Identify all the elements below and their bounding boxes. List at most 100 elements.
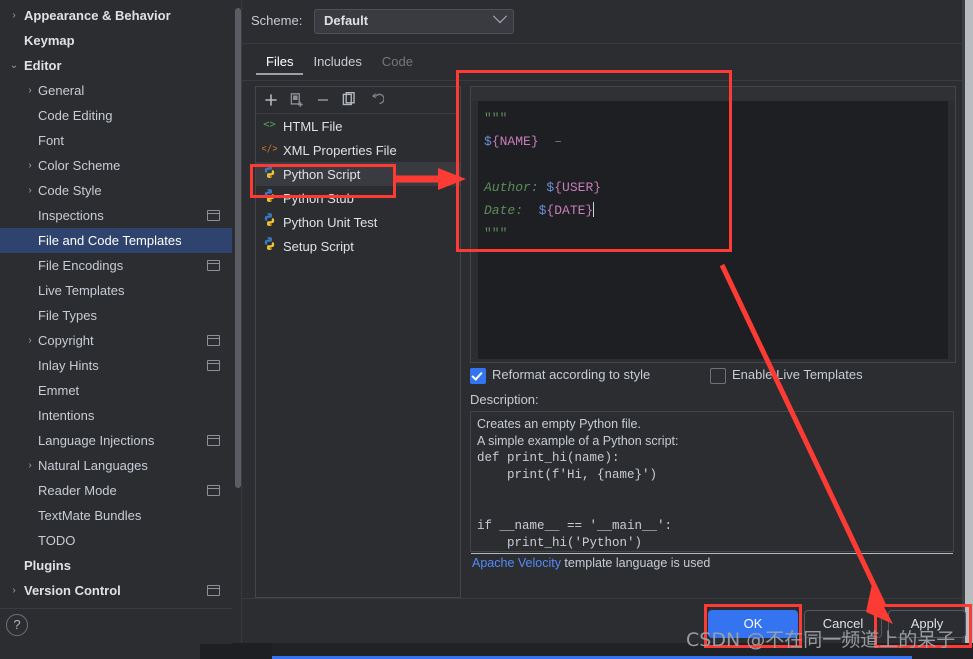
sidebar-item-label: Plugins — [24, 558, 71, 573]
chevron-right-icon[interactable]: › — [8, 3, 20, 28]
code-token: """ — [484, 226, 508, 241]
description-line — [477, 501, 947, 518]
description-footer-rule — [471, 553, 953, 554]
editor-header-strip — [471, 87, 955, 101]
sidebar-item-copyright[interactable]: › Copyright — [0, 328, 232, 353]
description-textarea[interactable]: Creates an empty Python file. A simple ex… — [470, 411, 954, 552]
project-scope-icon — [207, 210, 220, 221]
editor-line: """ — [484, 107, 948, 130]
chevron-right-icon[interactable]: › — [24, 453, 36, 478]
apply-button[interactable]: Apply — [888, 610, 966, 638]
chevron-right-icon[interactable]: › — [24, 78, 36, 103]
template-list-item-label: Python Script — [283, 166, 361, 182]
template-options-row: Reformat according to style Enable Live … — [470, 367, 954, 387]
sidebar-item-editor[interactable]: ⌄ Editor — [0, 53, 232, 78]
sidebar-item-label: Copyright — [38, 333, 94, 348]
sidebar-item-live-templates[interactable]: Live Templates — [0, 278, 232, 303]
sidebar-item-label: Color Scheme — [38, 158, 121, 173]
copy-icon[interactable] — [340, 91, 358, 109]
template-list-panel: <> HTML File </> XML Properties File Python … — [255, 86, 461, 598]
sidebar-item-label: Version Control — [24, 583, 121, 598]
sidebar-item-file-types[interactable]: File Types — [0, 303, 232, 328]
python-file-icon — [262, 163, 281, 187]
template-list-item[interactable]: <> HTML File — [256, 114, 460, 138]
chevron-right-icon[interactable]: › — [24, 178, 36, 203]
scheme-dropdown[interactable]: Default — [314, 9, 514, 34]
sidebar-item-natural-languages[interactable]: › Natural Languages — [0, 453, 232, 478]
reformat-label: Reformat according to style — [492, 367, 651, 382]
html-file-icon: <> — [262, 115, 281, 139]
tab-files[interactable]: Files — [256, 50, 304, 75]
sidebar-item-label: General — [38, 83, 85, 98]
sidebar-item-keymap[interactable]: Keymap — [0, 28, 232, 53]
sidebar-item-label: Editor — [24, 58, 62, 73]
sidebar-item-code-style[interactable]: › Code Style — [0, 178, 232, 203]
svg-text:</>: </> — [262, 143, 277, 154]
sidebar-item-label: Keymap — [24, 33, 75, 48]
remove-icon[interactable] — [314, 91, 332, 109]
sidebar-item-textmate-bundles[interactable]: TextMate Bundles — [0, 503, 232, 528]
sidebar-item-font[interactable]: Font — [0, 128, 232, 153]
chevron-right-icon[interactable]: › — [24, 153, 36, 178]
velocity-note-rest: template language is used — [560, 556, 711, 570]
sidebar-item-label: File Encodings — [38, 258, 124, 273]
sidebar-item-reader-mode[interactable]: Reader Mode — [0, 478, 232, 503]
sidebar-item-code-editing[interactable]: Code Editing — [0, 103, 232, 128]
template-list-item[interactable]: Python Stub — [256, 186, 460, 210]
sidebar-item-emmet[interactable]: Emmet — [0, 378, 232, 403]
sidebar-item-label: Appearance & Behavior — [24, 8, 171, 23]
create-child-template-icon[interactable] — [288, 91, 306, 109]
template-tabs: Files Includes Code — [256, 50, 423, 78]
apache-velocity-link[interactable]: Apache Velocity — [472, 556, 561, 570]
sidebar-item-plugins[interactable]: Plugins — [0, 553, 232, 578]
sidebar-item-file-and-code-templates[interactable]: File and Code Templates — [0, 228, 232, 253]
add-icon[interactable] — [262, 91, 280, 109]
project-scope-icon — [207, 335, 220, 346]
reformat-checkbox[interactable] — [470, 368, 486, 384]
live-templates-checkbox[interactable] — [710, 368, 726, 384]
sidebar-item-appearance-behavior[interactable]: › Appearance & Behavior — [0, 3, 232, 28]
sidebar-item-intentions[interactable]: Intentions — [0, 403, 232, 428]
python-file-icon — [262, 187, 281, 211]
chevron-right-icon[interactable]: › — [24, 328, 36, 353]
bottom-seg-left — [0, 643, 200, 659]
chevron-right-icon[interactable]: › — [8, 578, 20, 603]
desktop-bottom-strip — [0, 643, 973, 659]
template-list-item[interactable]: Python Script — [256, 162, 460, 186]
template-list-item-label: HTML File — [283, 118, 343, 134]
sidebar-item-label: Reader Mode — [38, 483, 117, 498]
scheme-label: Scheme: — [251, 13, 303, 28]
sidebar-item-label: TODO — [38, 533, 76, 548]
template-list-item[interactable]: Setup Script — [256, 234, 460, 258]
settings-dialog: › Appearance & Behavior Keymap ⌄ Editor › Gene… — [0, 0, 973, 659]
sidebar-footer — [0, 608, 232, 644]
sidebar-item-label: TextMate Bundles — [38, 508, 142, 523]
template-code-editor[interactable]: """ ${NAME} – Author: ${USER} Date: ${DATE… — [478, 101, 948, 359]
description-label: Description: — [470, 392, 539, 407]
reset-icon[interactable] — [366, 91, 385, 109]
sidebar-item-inlay-hints[interactable]: Inlay Hints — [0, 353, 232, 378]
code-token: Date: — [484, 203, 539, 218]
help-button[interactable]: ? — [6, 614, 28, 636]
tab-includes[interactable]: Includes — [303, 50, 371, 75]
sidebar-item-general[interactable]: › General — [0, 78, 232, 103]
ok-button[interactable]: OK — [708, 610, 798, 638]
sidebar-item-color-scheme[interactable]: › Color Scheme — [0, 153, 232, 178]
footer-divider — [242, 598, 962, 599]
sidebar-item-version-control[interactable]: › Version Control — [0, 578, 232, 603]
chevron-down-icon[interactable]: ⌄ — [8, 53, 20, 78]
template-list-item[interactable]: Python Unit Test — [256, 210, 460, 234]
sidebar-item-inspections[interactable]: Inspections — [0, 203, 232, 228]
sidebar-item-todo[interactable]: TODO — [0, 528, 232, 553]
template-list-item[interactable]: </> XML Properties File — [256, 138, 460, 162]
sidebar-item-label: Inlay Hints — [38, 358, 99, 373]
description-line: Creates an empty Python file. — [477, 417, 641, 431]
tab-code: Code — [381, 54, 413, 69]
sidebar-item-language-injections[interactable]: Language Injections — [0, 428, 232, 453]
sidebar-item-label: Code Editing — [38, 108, 113, 123]
code-token: {DATE} — [546, 203, 594, 218]
project-scope-icon — [207, 585, 220, 596]
sidebar-item-file-encodings[interactable]: File Encodings — [0, 253, 232, 278]
cancel-button[interactable]: Cancel — [804, 610, 882, 638]
